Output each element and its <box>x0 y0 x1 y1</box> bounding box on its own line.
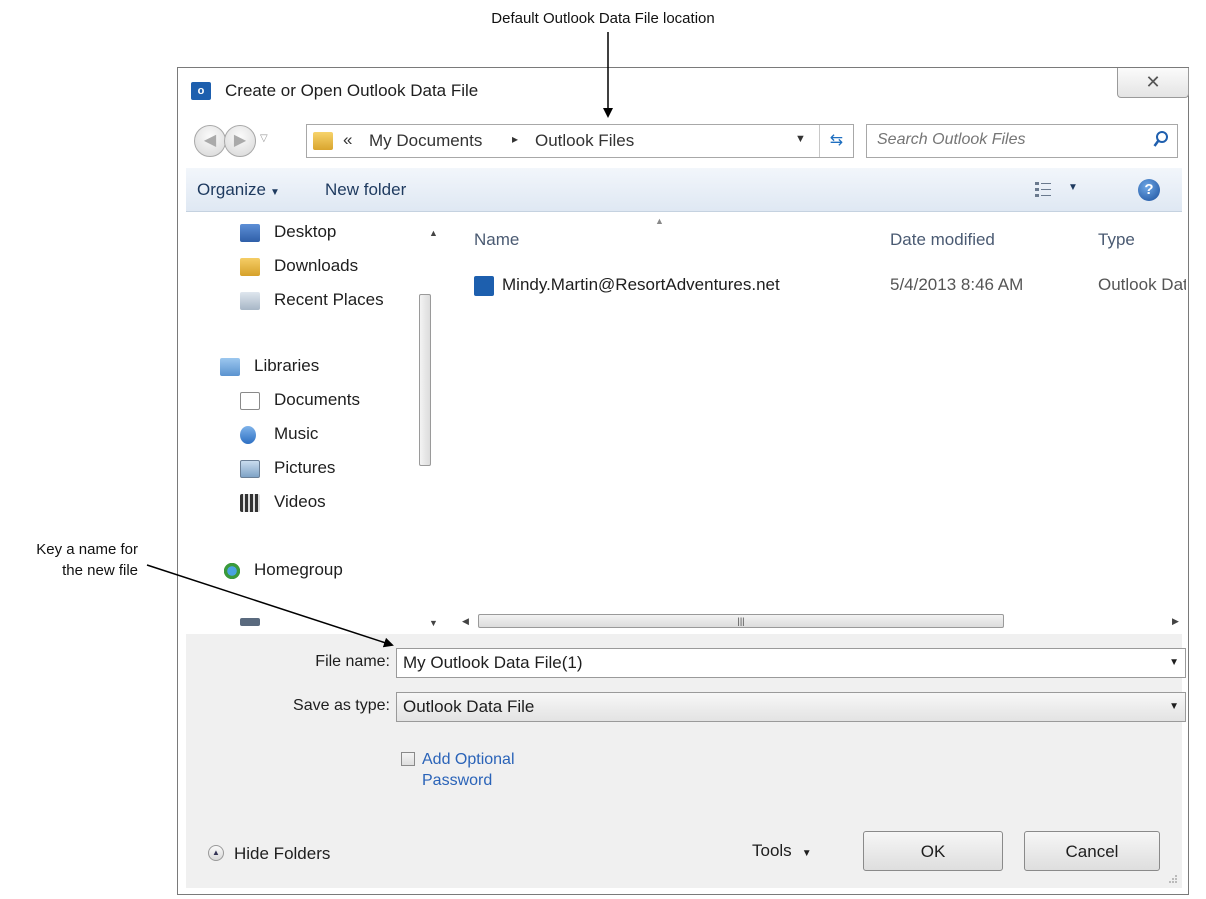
file-type-cell: Outlook Data <box>1098 275 1186 294</box>
add-password-line1: Add Optional <box>422 751 515 768</box>
views-dropdown-icon[interactable]: ▼ <box>1068 182 1078 193</box>
password-checkbox[interactable] <box>401 752 415 766</box>
filename-callout-line2: the new file <box>62 562 138 579</box>
nav-item-libraries[interactable]: Libraries <box>254 356 319 376</box>
refresh-button[interactable]: ⇆ <box>819 125 853 157</box>
search-icon[interactable] <box>1153 130 1169 150</box>
help-icon[interactable]: ? <box>1138 179 1160 201</box>
filename-callout-line1: Key a name for <box>36 541 138 558</box>
outlook-data-file-icon <box>474 276 494 296</box>
file-row[interactable]: Mindy.Martin@ResortAdventures.net 5/4/20… <box>440 268 1186 302</box>
refresh-icon: ⇆ <box>829 132 844 149</box>
collapse-icon: ▲ <box>208 845 224 861</box>
nav-item-documents[interactable]: Documents <box>274 390 360 410</box>
forward-button[interactable]: ▶ <box>224 125 256 157</box>
file-name-dropdown-icon[interactable]: ▼ <box>1169 657 1179 668</box>
nav-item-music[interactable]: Music <box>274 424 318 444</box>
folder-icon <box>313 132 333 150</box>
nav-scroll-thumb[interactable] <box>419 294 431 466</box>
cancel-button[interactable]: Cancel <box>1024 831 1160 871</box>
recent-places-icon <box>240 292 260 310</box>
hide-folders-label: Hide Folders <box>234 844 331 863</box>
navigation-pane: Desktop Downloads Recent Places Librarie… <box>186 216 440 632</box>
homegroup-icon <box>222 562 242 580</box>
forward-arrow-icon: ▶ <box>233 132 247 149</box>
organize-label: Organize <box>197 180 266 199</box>
add-password-line2: Password <box>422 772 493 789</box>
downloads-icon <box>240 258 260 276</box>
tools-menu[interactable]: Tools ▼ <box>752 841 812 861</box>
scroll-left-icon[interactable]: ◀ <box>462 616 469 627</box>
file-list-hscrollbar[interactable]: ◀ ||| ▶ <box>440 610 1186 632</box>
save-type-dropdown-icon: ▼ <box>1169 701 1179 712</box>
search-box[interactable] <box>866 124 1178 158</box>
add-password-link[interactable]: Add Optional Password <box>422 749 515 791</box>
filename-callout: Key a name for the new file <box>0 539 138 581</box>
sort-ascending-icon: ▲ <box>655 216 664 226</box>
scroll-right-icon[interactable]: ▶ <box>1172 616 1179 627</box>
location-callout: Default Outlook Data File location <box>491 10 715 27</box>
new-folder-button[interactable]: New folder <box>325 180 406 200</box>
nav-item-pictures[interactable]: Pictures <box>274 458 335 478</box>
nav-item-downloads[interactable]: Downloads <box>274 256 358 276</box>
file-name-field[interactable]: My Outlook Data File(1) ▼ <box>396 648 1186 678</box>
desktop-icon <box>240 224 260 242</box>
pictures-icon <box>240 460 260 478</box>
organize-menu[interactable]: Organize ▼ <box>197 180 280 200</box>
hscroll-thumb[interactable]: ||| <box>478 614 1004 628</box>
search-input[interactable] <box>875 130 1139 150</box>
save-type-label: Save as type: <box>293 697 390 714</box>
breadcrumb-separator-icon[interactable]: ▸ <box>512 132 518 146</box>
address-dropdown-icon[interactable]: ▼ <box>795 133 806 145</box>
nav-item-videos[interactable]: Videos <box>274 492 326 512</box>
scroll-up-icon[interactable]: ▲ <box>429 228 438 238</box>
organize-dropdown-icon: ▼ <box>269 187 280 198</box>
file-date-cell: 5/4/2013 8:46 AM <box>890 275 1024 294</box>
close-button[interactable]: ✕ <box>1117 68 1189 98</box>
ok-button[interactable]: OK <box>863 831 1003 871</box>
recent-locations-dropdown[interactable]: ▽ <box>260 133 268 144</box>
file-list: Name ▲ Date modified Type Mindy.Martin@R… <box>440 216 1186 620</box>
documents-icon <box>240 392 260 410</box>
save-type-select[interactable]: Outlook Data File ▼ <box>396 692 1186 722</box>
outlook-icon: o <box>191 82 211 100</box>
libraries-icon <box>220 358 240 376</box>
column-header-type[interactable]: Type <box>1098 230 1135 250</box>
file-name-label: File name: <box>315 653 390 670</box>
address-bar[interactable]: « My Documents ▸ Outlook Files ▼ ⇆ <box>306 124 854 158</box>
nav-item-recent-places[interactable]: Recent Places <box>274 290 384 310</box>
tools-label: Tools <box>752 841 792 860</box>
back-button[interactable]: ◀ <box>194 125 226 157</box>
dialog-title: Create or Open Outlook Data File <box>225 81 479 100</box>
column-header-date[interactable]: Date modified <box>890 230 995 250</box>
column-name-label: Name <box>474 230 520 249</box>
close-icon: ✕ <box>1145 72 1161 92</box>
save-dialog: o Create or Open Outlook Data File ✕ ◀ ▶… <box>177 67 1189 895</box>
file-name-cell: Mindy.Martin@ResortAdventures.net <box>502 275 780 294</box>
tools-dropdown-icon: ▼ <box>801 848 812 859</box>
file-name-value[interactable]: My Outlook Data File(1) <box>403 653 583 673</box>
hide-folders-button[interactable]: ▲ Hide Folders <box>208 844 330 864</box>
save-options-panel: File name: My Outlook Data File(1) ▼ Sav… <box>186 634 1186 888</box>
computer-icon <box>240 618 260 626</box>
address-overflow[interactable]: « <box>343 130 352 150</box>
title-bar: o Create or Open Outlook Data File ✕ <box>178 68 1189 118</box>
column-header-name[interactable]: Name <box>474 230 519 250</box>
resize-grip-icon[interactable] <box>1168 874 1178 884</box>
views-icon[interactable] <box>1034 180 1052 198</box>
music-icon <box>240 426 256 444</box>
save-type-value: Outlook Data File <box>403 697 535 716</box>
navigation-bar: ◀ ▶ ▽ « My Documents ▸ Outlook Files ▼ ⇆ <box>178 120 1188 160</box>
breadcrumb-my-documents[interactable]: My Documents <box>369 131 482 151</box>
breadcrumb-outlook-files[interactable]: Outlook Files <box>535 131 634 151</box>
scroll-down-icon[interactable]: ▼ <box>429 618 438 628</box>
nav-item-homegroup[interactable]: Homegroup <box>254 560 343 580</box>
nav-item-desktop[interactable]: Desktop <box>274 222 336 242</box>
back-arrow-icon: ◀ <box>203 132 217 149</box>
command-toolbar: Organize ▼ New folder ▼ ? <box>186 168 1182 212</box>
videos-icon <box>240 494 260 512</box>
